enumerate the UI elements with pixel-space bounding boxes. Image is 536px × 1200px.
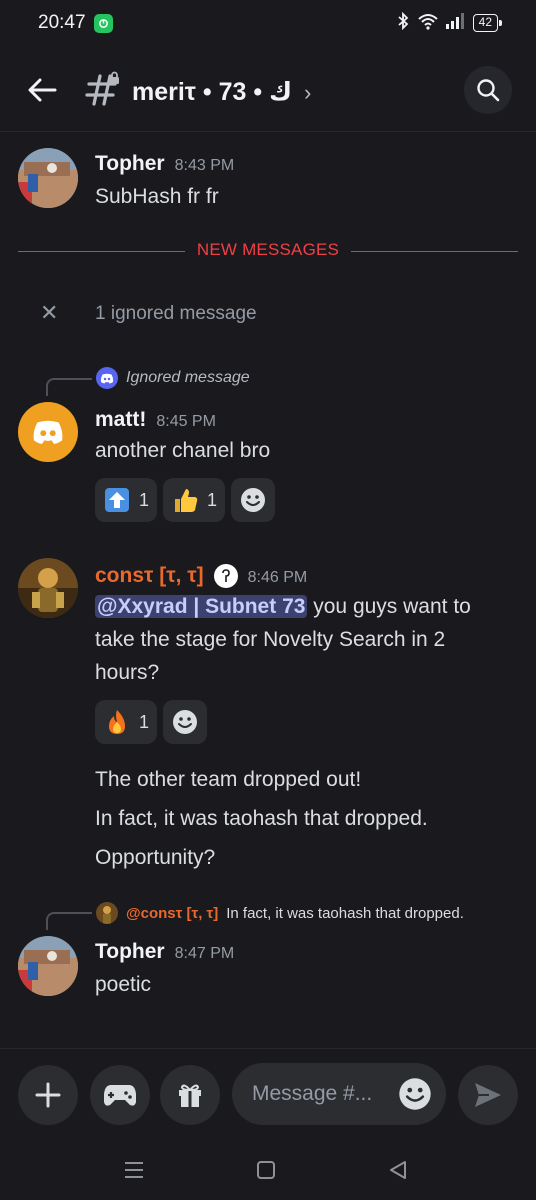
wifi-icon [417,12,439,34]
message-text: @Xxyrad | Subnet 73 you guys want to tak… [95,590,515,689]
app-notification-icon [94,14,113,33]
gift-icon [179,1084,201,1107]
message-topher-2[interactable]: Topher 8:47 PM poetic [0,936,536,1006]
message-text-line2: take the stage for Novelty Search in 2 [95,628,446,651]
reaction-count: 1 [139,711,150,732]
chevron-right-icon[interactable]: › [304,80,311,106]
timestamp: 8:47 PM [174,945,235,962]
reaction-count: 1 [139,489,150,510]
system-nav-bar [0,1138,536,1200]
followup-message-2[interactable]: In fact, it was taohash that dropped. [95,802,515,835]
close-icon[interactable]: ✕ [40,300,58,326]
arrow-left-icon [28,78,57,102]
followup-message-1[interactable]: The other team dropped out! [95,763,515,796]
reply-text: In fact, it was taohash that dropped. [226,904,464,922]
user-mention[interactable]: @Xxyrad | Subnet 73 [95,595,308,618]
avatar[interactable] [18,402,78,462]
message-text: poetic [95,973,152,996]
avatar[interactable] [18,148,78,208]
reaction-fire[interactable]: 1 [95,700,158,744]
gift-button[interactable] [160,1065,220,1125]
reply-preview[interactable]: @consτ [τ, τ] In fact, it was taohash th… [96,902,464,924]
author-name[interactable]: Topher [95,940,165,964]
status-icons: 42 [395,11,503,34]
reaction-count: 1 [207,489,218,510]
signal-icon [445,13,467,33]
pin-badge-icon [213,564,238,588]
reaction-thumbs-up[interactable]: 1 [163,478,226,522]
timestamp: 8:46 PM [247,569,308,586]
menu-icon [125,1162,143,1178]
add-attachment-button[interactable] [18,1065,78,1125]
message-topher-1[interactable]: Topher 8:43 PM SubHash fr fr [0,148,536,218]
back-button[interactable] [24,72,60,108]
reply-connector [46,378,92,396]
author-name[interactable]: Topher [95,152,165,176]
triangle-back-icon [390,1161,406,1179]
message-text-line1: you guys want to [307,595,471,618]
smiley-icon [241,488,266,512]
avatar[interactable] [18,558,78,618]
smiley-icon [173,710,198,734]
author-name[interactable]: consτ [τ, τ] [95,564,204,588]
fire-emoji-icon [103,708,131,736]
recent-apps-button[interactable] [120,1156,148,1184]
channel-name[interactable]: meriτ • 73 • ك [132,77,292,107]
timestamp: 8:43 PM [174,157,235,174]
back-nav-button[interactable] [384,1156,412,1184]
reply-connector [46,912,92,930]
reaction-bar: 1 [95,700,208,744]
home-button[interactable] [252,1156,280,1184]
message-placeholder: Message #... [252,1082,373,1105]
search-button[interactable] [464,66,512,114]
locked-channel-icon [85,71,119,106]
gamepad-icon [104,1085,136,1106]
home-square-icon [257,1161,275,1179]
timestamp: 8:45 PM [156,413,216,430]
reaction-up-arrow[interactable]: 1 [95,478,158,522]
status-time: 20:47 [38,12,86,33]
battery-indicator: 42 [472,14,503,32]
new-messages-label: NEW MESSAGES [184,240,352,259]
message-text: SubHash fr fr [95,185,219,208]
message-composer: Message #... [0,1048,536,1138]
author-name[interactable]: matt! [95,408,146,432]
followup-message-3[interactable]: Opportunity? [95,841,515,874]
up-arrow-emoji-icon [103,486,131,514]
ignored-message-label[interactable]: 1 ignored message [95,303,257,325]
reply-preview[interactable]: Ignored message [96,367,250,389]
reply-author[interactable]: @consτ [τ, τ] [126,905,218,922]
reply-avatar [96,902,118,924]
search-icon [477,79,500,102]
ignored-message-notice[interactable]: ✕ 1 ignored message [0,296,536,332]
activities-button[interactable] [90,1065,150,1125]
message-const[interactable]: consτ [τ, τ] 8:46 PM @Xxyrad | Subnet 73… [0,558,536,874]
bluetooth-icon [395,11,411,34]
message-matt[interactable]: matt! 8:45 PM another chanel bro 1 1 [0,402,536,532]
thumbs-up-emoji-icon [171,486,199,514]
add-reaction-button[interactable] [231,478,276,522]
plus-icon [35,1082,61,1108]
discord-icon [96,367,118,389]
add-reaction-button[interactable] [163,700,208,744]
reply-text: Ignored message [126,369,250,386]
message-input[interactable]: Message #... [232,1063,446,1125]
message-text: another chanel bro [95,439,271,462]
status-bar: 20:47 42 [0,0,536,48]
new-messages-divider: NEW MESSAGES [18,240,518,262]
send-button[interactable] [458,1065,518,1125]
avatar[interactable] [18,936,78,996]
emoji-picker-icon[interactable] [398,1077,432,1111]
channel-header: meriτ • 73 • ك › [0,48,536,132]
send-icon [475,1083,501,1107]
discord-icon [33,420,63,444]
reaction-bar: 1 1 [95,478,276,522]
message-text-line3: hours? [95,661,160,684]
